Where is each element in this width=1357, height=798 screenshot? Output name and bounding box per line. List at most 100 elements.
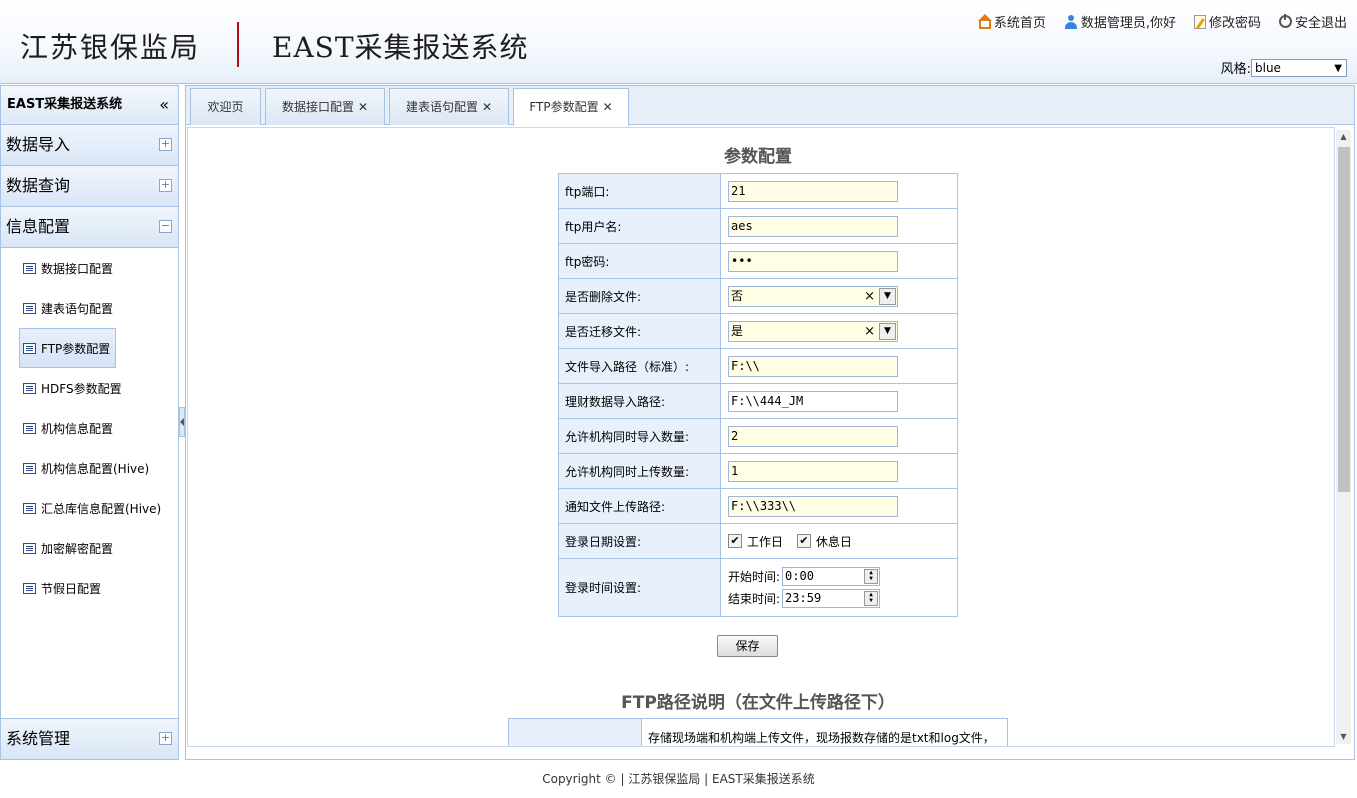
tab-table-sql[interactable]: 建表语句配置 ✕ [389, 88, 509, 125]
sidebar-group-info-config[interactable]: 信息配置 − [1, 207, 178, 248]
style-selector-row: 风格: blue ▼ [1221, 58, 1347, 77]
list-icon [23, 462, 36, 474]
sidebar-item-org-config[interactable]: 机构信息配置 [1, 408, 178, 448]
end-time-row: 结束时间: 23:59 ▲ ▼ [728, 588, 957, 610]
form-row: 是否迁移文件: 是 × ▼ [558, 313, 958, 349]
tab-data-interface[interactable]: 数据接口配置 ✕ [265, 88, 385, 125]
close-icon[interactable]: ✕ [358, 100, 368, 114]
select-value: 否 [731, 288, 744, 303]
notice-path-input[interactable]: F:\\333\\ [728, 495, 898, 517]
scroll-thumb[interactable] [1338, 147, 1350, 492]
finance-path-input[interactable]: F:\\444_JM [728, 390, 898, 412]
style-select-value: blue [1255, 60, 1281, 75]
sidebar-item-summary-db-hive[interactable]: 汇总库信息配置(Hive) [1, 488, 178, 528]
save-button[interactable]: 保存 [717, 635, 778, 657]
sidebar-item-encryption[interactable]: 加密解密配置 [1, 528, 178, 568]
sidebar-group-system-mgmt[interactable]: 系统管理 + [1, 718, 178, 759]
form-row: 通知文件上传路径: F:\\333\\ [558, 488, 958, 524]
ftp-config-panel: 参数配置 ftp端口: 21 ftp用户名: aes ftp密码: ••• 是否… [187, 127, 1335, 747]
sidebar-item-table-sql[interactable]: 建表语句配置 [1, 288, 178, 328]
top-links: 系统首页 数据管理员,你好 修改密码 安全退出 [977, 12, 1347, 31]
spinner-arrows-icon[interactable]: ▲ ▼ [864, 569, 879, 584]
change-password-link[interactable]: 修改密码 [1193, 12, 1261, 31]
field-label: 是否删除文件: [558, 278, 721, 314]
form-row: 允许机构同时导入数量: 2 [558, 418, 958, 454]
user-icon [1064, 14, 1078, 29]
home-link-label: 系统首页 [993, 16, 1046, 31]
vertical-scrollbar[interactable]: ▲ ▼ [1336, 130, 1351, 744]
sidebar-item-data-interface[interactable]: 数据接口配置 [1, 248, 178, 288]
end-time-value: 23:59 [785, 591, 822, 605]
sidebar-group-data-import[interactable]: 数据导入 + [1, 125, 178, 166]
clear-icon[interactable]: × [864, 322, 875, 341]
home-link[interactable]: 系统首页 [977, 12, 1046, 31]
ftp-port-input[interactable]: 21 [728, 180, 898, 202]
collapse-icon[interactable]: − [159, 220, 172, 233]
ftp-password-input[interactable]: ••• [728, 250, 898, 272]
sidebar-item-holiday[interactable]: 节假日配置 [1, 568, 178, 608]
form-row: ftp密码: ••• [558, 243, 958, 279]
start-time-spinner[interactable]: 0:00 ▲ ▼ [782, 567, 881, 586]
end-time-spinner[interactable]: 23:59 ▲ ▼ [782, 589, 881, 608]
scroll-down-icon[interactable]: ▼ [1336, 730, 1351, 744]
form-row: 登录日期设置: ✔ 工作日 ✔ 休息日 [558, 523, 958, 559]
start-time-row: 开始时间: 0:00 ▲ ▼ [728, 566, 957, 588]
list-icon [23, 262, 36, 274]
user-link[interactable]: 数据管理员,你好 [1064, 12, 1176, 31]
system-title: EAST采集报送系统 [272, 31, 529, 64]
logout-link[interactable]: 安全退出 [1278, 12, 1347, 31]
dropdown-arrow-icon[interactable]: ▼ [879, 322, 896, 340]
sidebar-item-hdfs-config[interactable]: HDFS参数配置 [1, 368, 178, 408]
spinner-arrows-icon[interactable]: ▲ ▼ [864, 591, 879, 606]
style-label: 风格: [1220, 62, 1251, 77]
sidebar-item-ftp-config[interactable]: FTP参数配置 [19, 328, 116, 368]
field-label: 登录时间设置: [558, 558, 721, 617]
upload-count-input[interactable]: 1 [728, 460, 898, 482]
form-row: 是否删除文件: 否 × ▼ [558, 278, 958, 314]
form-row: ftp用户名: aes [558, 208, 958, 244]
workday-checkbox[interactable]: ✔ 工作日 [728, 533, 783, 550]
tab-welcome[interactable]: 欢迎页 [190, 88, 261, 125]
sidebar: EAST采集报送系统 « 数据导入 + 数据查询 + 信息配置 − 数据接口配置… [0, 85, 179, 760]
expand-icon[interactable]: + [159, 732, 172, 745]
edit-icon [1193, 14, 1206, 29]
select-value: 是 [731, 323, 744, 338]
tab-ftp-config[interactable]: FTP参数配置 ✕ [513, 88, 629, 126]
move-file-select[interactable]: 是 × ▼ [728, 320, 898, 342]
sidebar-item-org-config-hive[interactable]: 机构信息配置(Hive) [1, 448, 178, 488]
form-row: 登录时间设置: 开始时间: 0:00 ▲ ▼ 结束时间: 23:59 ▲ ▼ [558, 558, 958, 617]
sidebar-group-label: 数据查询 [6, 176, 71, 195]
collapse-sidebar-icon[interactable]: « [159, 86, 169, 124]
dropdown-arrow-icon[interactable]: ▼ [879, 287, 896, 305]
import-count-input[interactable]: 2 [728, 425, 898, 447]
field-label: 是否迁移文件: [558, 313, 721, 349]
style-select[interactable]: blue ▼ [1251, 58, 1347, 77]
expand-icon[interactable]: + [159, 138, 172, 151]
close-icon[interactable]: ✕ [482, 100, 492, 114]
form-row: 文件导入路径（标准）: F:\\ [558, 348, 958, 384]
field-label: 通知文件上传路径: [558, 488, 721, 524]
sidebar-group-label: 系统管理 [6, 729, 71, 748]
delete-file-select[interactable]: 否 × ▼ [728, 285, 898, 307]
change-password-label: 修改密码 [1208, 16, 1261, 31]
list-icon [23, 382, 36, 394]
expand-icon[interactable]: + [159, 179, 172, 192]
scroll-up-icon[interactable]: ▲ [1336, 130, 1351, 144]
list-icon [23, 342, 36, 354]
sidebar-item-label: 汇总库信息配置(Hive) [41, 501, 162, 516]
sidebar-item-label: 机构信息配置(Hive) [41, 461, 150, 476]
import-path-input[interactable]: F:\\ [728, 355, 898, 377]
holiday-checkbox[interactable]: ✔ 休息日 [796, 533, 852, 550]
form-row: 理财数据导入路径: F:\\444_JM [558, 383, 958, 419]
end-time-label: 结束时间: [728, 592, 781, 606]
power-icon [1278, 14, 1292, 28]
checkbox-label: 工作日 [747, 534, 784, 549]
sidebar-group-data-query[interactable]: 数据查询 + [1, 166, 178, 207]
main-content: 欢迎页 数据接口配置 ✕ 建表语句配置 ✕ FTP参数配置 ✕ 参数配置 ftp端口:… [185, 85, 1355, 760]
config-form-table: ftp端口: 21 ftp用户名: aes ftp密码: ••• 是否删除文件:… [558, 173, 958, 617]
ftp-username-input[interactable]: aes [728, 215, 898, 237]
sidebar-item-label: FTP参数配置 [41, 341, 111, 356]
close-icon[interactable]: ✕ [603, 100, 613, 114]
sidebar-title-label: EAST采集报送系统 [7, 97, 123, 112]
clear-icon[interactable]: × [864, 287, 875, 306]
